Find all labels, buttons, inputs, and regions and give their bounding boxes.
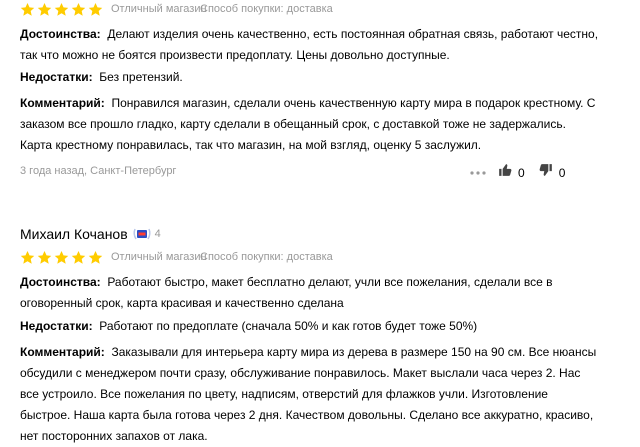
review-2: Михаил Кочанов 4 Отличный магазин Способ… (20, 226, 620, 443)
pros-label: Достоинства: (20, 27, 101, 41)
rating-stars (20, 2, 103, 17)
author-name[interactable]: Михаил Кочанов (20, 226, 128, 242)
purchase-method: Способ покупки: доставка (200, 251, 333, 263)
author-row: Михаил Кочанов 4 (20, 226, 161, 242)
rating-label: Отличный магазин (111, 3, 207, 15)
comment-block: Комментарий: Заказывали для интерьера ка… (20, 342, 600, 447)
cons-block: Недостатки: Работают по предоплате (снач… (20, 316, 600, 337)
purchase-method: Способ покупки: доставка (200, 3, 333, 15)
review-actions: 0 0 (470, 163, 565, 182)
cons-text: Работают по предоплате (сначала 50% и ка… (99, 319, 478, 333)
review-1: Отличный магазин Способ покупки: доставк… (20, 0, 620, 190)
review-date-location: 3 года назад, Санкт-Петербург (20, 165, 177, 177)
cons-label: Недостатки: (20, 319, 93, 333)
reviewer-badge-icon (132, 227, 152, 241)
dislike-button[interactable]: 0 (539, 163, 566, 182)
star-icon (88, 2, 103, 17)
rating-stars (20, 250, 103, 265)
comment-label: Комментарий: (20, 345, 105, 359)
star-icon (20, 2, 35, 17)
cons-text: Без претензий. (99, 70, 183, 84)
cons-label: Недостатки: (20, 70, 93, 84)
like-button[interactable]: 0 (498, 163, 525, 182)
cons-block: Недостатки: Без претензий. (20, 67, 600, 88)
star-icon (71, 250, 86, 265)
rating-label: Отличный магазин (111, 251, 207, 263)
comment-text: Понравился магазин, сделали очень качест… (20, 96, 596, 152)
star-icon (88, 250, 103, 265)
thumbs-up-icon (498, 163, 512, 182)
pros-block: Достоинства: Работают быстро, макет бесп… (20, 272, 600, 314)
like-count: 0 (518, 165, 525, 180)
comment-label: Комментарий: (20, 96, 105, 110)
star-icon (71, 2, 86, 17)
comment-block: Комментарий: Понравился магазин, сделали… (20, 93, 600, 156)
pros-text: Делают изделия очень качественно, есть п… (20, 27, 599, 62)
dislike-count: 0 (558, 165, 566, 180)
pros-label: Достоинства: (20, 275, 101, 289)
reviewer-badge-count: 4 (154, 228, 161, 240)
more-dots-icon[interactable] (470, 170, 486, 175)
pros-block: Достоинства: Делают изделия очень качест… (20, 24, 600, 66)
star-icon (54, 2, 69, 17)
star-icon (20, 250, 35, 265)
thumbs-down-icon (539, 163, 553, 182)
comment-text: Заказывали для интерьера карту мира из д… (20, 345, 597, 443)
star-icon (37, 250, 52, 265)
star-icon (54, 250, 69, 265)
star-icon (37, 2, 52, 17)
